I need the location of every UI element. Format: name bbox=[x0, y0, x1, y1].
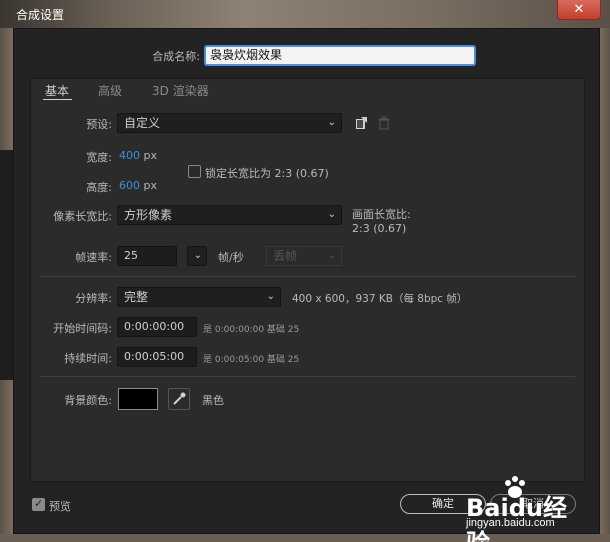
resolution-label: 分辨率: bbox=[75, 292, 112, 305]
start-timecode-input[interactable]: 0:00:00:00 bbox=[117, 317, 197, 337]
width-value[interactable]: 400 bbox=[119, 149, 140, 162]
active-tab-indicator bbox=[43, 99, 72, 100]
bg-color-name: 黑色 bbox=[202, 394, 224, 407]
delete-preset-button[interactable] bbox=[375, 114, 393, 132]
background-app-strip bbox=[0, 150, 13, 380]
chevron-down-icon: ⌄ bbox=[266, 291, 275, 302]
window-right-edge bbox=[600, 28, 610, 542]
drop-frame-value: 丢帧 bbox=[273, 249, 298, 263]
resolution-value: 完整 bbox=[124, 290, 149, 304]
resolution-info: 400 x 600，937 KB（每 8bpc 帧） bbox=[292, 293, 468, 305]
preview-checkbox[interactable] bbox=[32, 497, 45, 511]
tab-basic[interactable]: 基本 bbox=[45, 82, 69, 99]
height-label: 高度: bbox=[86, 181, 112, 194]
watermark-url: jingyan.baidu.com bbox=[466, 517, 555, 529]
chevron-down-icon: ⌄ bbox=[327, 250, 336, 261]
width-unit: px bbox=[143, 149, 158, 162]
duration-input[interactable]: 0:00:05:00 bbox=[117, 347, 197, 367]
new-page-icon bbox=[356, 117, 367, 129]
trash-icon bbox=[379, 116, 389, 130]
preview-label: 预览 bbox=[49, 500, 71, 513]
lock-aspect-checkbox[interactable] bbox=[188, 165, 201, 178]
pixel-aspect-value: 方形像素 bbox=[124, 208, 173, 222]
pixel-aspect-dropdown[interactable]: 方形像素 ⌄ bbox=[117, 205, 342, 225]
eyedropper-icon bbox=[173, 392, 186, 405]
comp-name-input[interactable]: 袅袅炊烟效果 bbox=[204, 45, 476, 66]
pixel-aspect-label: 像素长宽比: bbox=[53, 210, 112, 223]
watermark-brand: Baidu经验 bbox=[466, 494, 567, 542]
eyedropper-button[interactable] bbox=[168, 388, 190, 410]
tab-3d-renderer[interactable]: 3D 渲染器 bbox=[152, 82, 209, 99]
bg-color-swatch[interactable] bbox=[118, 388, 158, 410]
frame-rate-label: 帧速率: bbox=[75, 251, 112, 264]
duration-info: 是 0:00:05:00 基础 25 bbox=[203, 355, 300, 365]
title-bar bbox=[0, 0, 610, 28]
frame-aspect-label: 画面长宽比: bbox=[352, 208, 411, 221]
window-title: 合成设置 bbox=[16, 8, 65, 22]
tab-advanced[interactable]: 高级 bbox=[98, 82, 122, 99]
resolution-dropdown[interactable]: 完整 ⌄ bbox=[117, 287, 281, 307]
height-unit: px bbox=[143, 179, 158, 192]
lock-aspect-label: 锁定长宽比为 2:3 (0.67) bbox=[205, 167, 329, 180]
chevron-down-icon: ⌄ bbox=[327, 117, 336, 128]
drop-frame-dropdown[interactable]: 丢帧 ⌄ bbox=[266, 246, 342, 266]
height-value[interactable]: 600 bbox=[119, 179, 140, 192]
chevron-down-icon: ⌄ bbox=[193, 250, 202, 261]
chevron-down-icon: ⌄ bbox=[327, 209, 336, 220]
section-divider bbox=[40, 276, 575, 277]
baidu-watermark: Baidu经验 jingyan.baidu.com bbox=[458, 474, 588, 542]
section-divider bbox=[40, 376, 575, 377]
frame-rate-unit: 帧/秒 bbox=[218, 251, 244, 264]
close-button[interactable]: ✕ bbox=[557, 0, 601, 20]
comp-name-label: 合成名称: bbox=[152, 50, 200, 63]
preset-dropdown[interactable]: 自定义 ⌄ bbox=[117, 113, 342, 133]
width-value-group: 400 px bbox=[119, 149, 157, 162]
settings-panel bbox=[30, 78, 585, 482]
frame-rate-presets-button[interactable]: ⌄ bbox=[187, 246, 207, 266]
preset-label: 预设: bbox=[86, 118, 112, 131]
save-preset-button[interactable] bbox=[352, 114, 370, 132]
start-timecode-info: 是 0:00:00:00 基础 25 bbox=[203, 325, 300, 335]
height-value-group: 600 px bbox=[119, 179, 157, 192]
width-label: 宽度: bbox=[86, 151, 112, 164]
frame-aspect-value: 2:3 (0.67) bbox=[352, 222, 407, 235]
bg-color-label: 背景颜色: bbox=[64, 394, 112, 407]
duration-label: 持续时间: bbox=[64, 352, 112, 365]
preset-value: 自定义 bbox=[124, 116, 161, 130]
frame-rate-input[interactable]: 25 bbox=[117, 246, 177, 266]
start-timecode-label: 开始时间码: bbox=[53, 322, 112, 335]
